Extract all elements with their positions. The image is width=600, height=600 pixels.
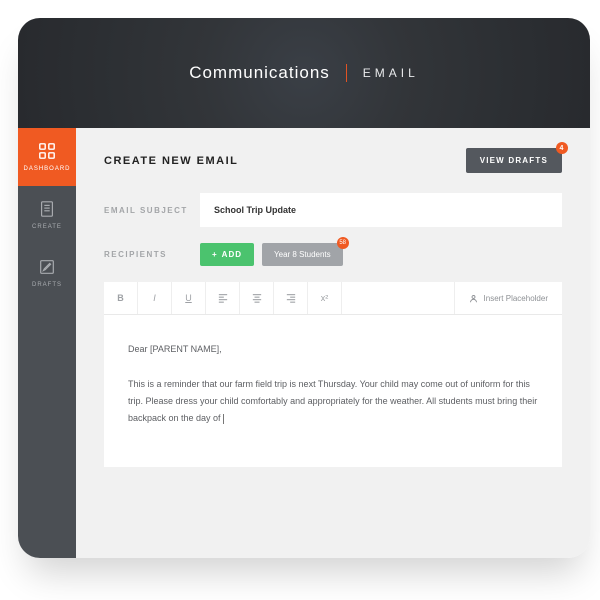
recipients-label: RECIPIENTS [104, 250, 200, 259]
view-drafts-label: VIEW DRAFTS [480, 156, 548, 165]
align-left-icon [218, 293, 228, 303]
align-right-icon [286, 293, 296, 303]
subject-input[interactable] [200, 193, 562, 227]
user-icon [469, 294, 478, 303]
sidebar: DASHBOARD CREATE DRAFTS [18, 128, 76, 558]
header-divider [346, 64, 347, 82]
subject-row: EMAIL SUBJECT [104, 193, 562, 227]
email-greeting: Dear [PARENT NAME], [128, 341, 538, 358]
align-center-button[interactable] [240, 282, 274, 314]
superscript-button[interactable]: x² [308, 282, 342, 314]
recipients-row: RECIPIENTS + ADD Year 8 Students 58 [104, 243, 562, 266]
subject-label: EMAIL SUBJECT [104, 206, 200, 215]
sidebar-item-create[interactable]: CREATE [18, 186, 76, 244]
main-top: CREATE NEW EMAIL VIEW DRAFTS 4 [104, 148, 562, 173]
sidebar-item-dashboard[interactable]: DASHBOARD [18, 128, 76, 186]
email-paragraph: This is a reminder that our farm field t… [128, 376, 538, 427]
drafts-count-badge: 4 [556, 142, 568, 154]
align-left-button[interactable] [206, 282, 240, 314]
align-center-icon [252, 293, 262, 303]
header-subtitle: EMAIL [363, 66, 419, 80]
recipient-chip[interactable]: Year 8 Students 58 [262, 243, 343, 266]
underline-button[interactable]: U [172, 282, 206, 314]
sidebar-item-drafts[interactable]: DRAFTS [18, 244, 76, 302]
editor-card: B I U x² Insert Pl [104, 282, 562, 467]
view-drafts-button[interactable]: VIEW DRAFTS 4 [466, 148, 562, 173]
chip-count-badge: 58 [337, 237, 349, 249]
main: CREATE NEW EMAIL VIEW DRAFTS 4 EMAIL SUB… [76, 128, 590, 558]
plus-icon: + [212, 250, 218, 259]
sidebar-item-label: DASHBOARD [23, 166, 70, 172]
page-title: CREATE NEW EMAIL [104, 155, 238, 167]
bold-button[interactable]: B [104, 282, 138, 314]
align-right-button[interactable] [274, 282, 308, 314]
editor-toolbar: B I U x² Insert Pl [104, 282, 562, 315]
header: Communications EMAIL [18, 18, 590, 128]
insert-placeholder-label: Insert Placeholder [484, 294, 548, 303]
drafts-icon [38, 258, 56, 276]
header-title: Communications [189, 63, 330, 83]
recipients: + ADD Year 8 Students 58 [200, 243, 343, 266]
body: DASHBOARD CREATE DRAFTS CREATE NEW EMAIL [18, 128, 590, 558]
sidebar-item-label: DRAFTS [32, 282, 62, 288]
tablet-frame: Communications EMAIL DASHBOARD CREATE [18, 18, 590, 558]
editor-body[interactable]: Dear [PARENT NAME], This is a reminder t… [104, 315, 562, 467]
create-icon [38, 200, 56, 218]
insert-placeholder-button[interactable]: Insert Placeholder [454, 282, 562, 314]
chip-label: Year 8 Students [274, 250, 331, 259]
dashboard-icon [38, 142, 56, 160]
italic-button[interactable]: I [138, 282, 172, 314]
toolbar-spacer [342, 282, 454, 314]
text-caret [223, 414, 224, 424]
sidebar-item-label: CREATE [32, 224, 62, 230]
add-recipient-button[interactable]: + ADD [200, 243, 254, 266]
add-label: ADD [222, 250, 242, 259]
